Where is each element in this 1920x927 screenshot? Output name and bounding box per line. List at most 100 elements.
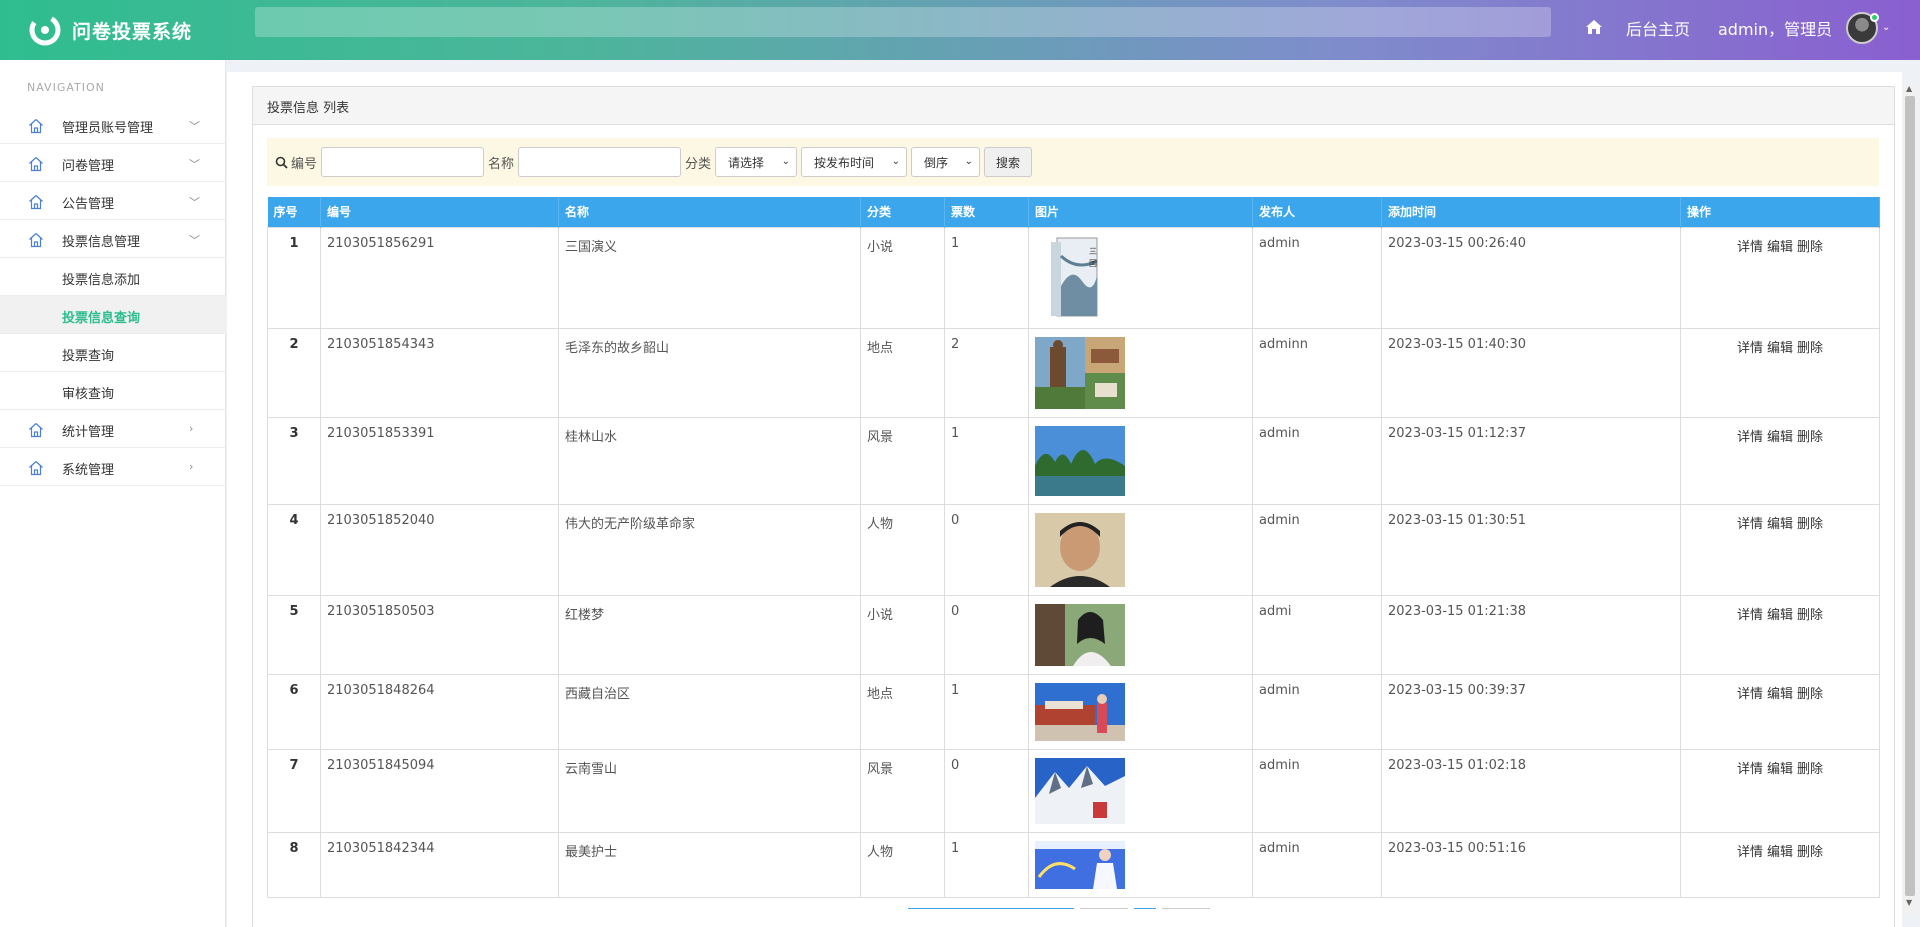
edit-link[interactable]: 编辑 bbox=[1767, 608, 1793, 623]
sort-order-select[interactable]: 倒序 ⌄ bbox=[911, 147, 981, 177]
col-header-image: 图片 bbox=[1028, 197, 1253, 227]
table-row: 2 2103051854343 毛泽东的故乡韶山 地点 2 adminn 202… bbox=[267, 327, 1880, 418]
sidebar-item-questionnaire[interactable]: 问卷管理 ﹀ bbox=[0, 144, 226, 182]
home-icon[interactable] bbox=[1585, 18, 1603, 36]
snow-mountain-photo-image bbox=[1035, 757, 1125, 824]
cell-category: 小说 bbox=[860, 226, 945, 329]
sidebar-subitem-label: 投票信息查询 bbox=[62, 311, 141, 326]
scrollbar-thumb[interactable] bbox=[1905, 96, 1915, 896]
home-link[interactable]: 后台主页 bbox=[1626, 16, 1690, 40]
detail-link[interactable]: 详情 bbox=[1737, 341, 1763, 356]
sidebar-item-system[interactable]: 系统管理 › bbox=[0, 448, 226, 486]
costume-photo-image bbox=[1035, 603, 1125, 666]
table-row: 4 2103051852040 伟大的无产阶级革命家 人物 0 admin 20… bbox=[267, 503, 1880, 596]
detail-link[interactable]: 详情 bbox=[1737, 762, 1763, 777]
pagination-segment[interactable] bbox=[1080, 908, 1128, 914]
delete-link[interactable]: 删除 bbox=[1797, 517, 1823, 532]
sidebar-subitem-label: 审核查询 bbox=[62, 387, 115, 402]
scroll-down-icon[interactable]: ▼ bbox=[1906, 898, 1912, 907]
delete-link[interactable]: 删除 bbox=[1797, 430, 1823, 445]
detail-link[interactable]: 详情 bbox=[1737, 517, 1763, 532]
edit-link[interactable]: 编辑 bbox=[1767, 341, 1793, 356]
pagination bbox=[908, 908, 1216, 914]
brand[interactable]: 问卷投票系统 bbox=[28, 10, 192, 50]
cell-category: 人物 bbox=[860, 503, 945, 596]
edit-link[interactable]: 编辑 bbox=[1767, 687, 1793, 702]
cell-category: 小说 bbox=[860, 594, 945, 675]
header-search-bar[interactable] bbox=[255, 7, 1551, 37]
search-icon bbox=[275, 156, 288, 169]
cell-time: 2023-03-15 01:21:38 bbox=[1381, 594, 1681, 675]
detail-link[interactable]: 详情 bbox=[1737, 240, 1763, 255]
cell-code: 2103051856291 bbox=[320, 226, 559, 329]
sidebar-item-vote-info[interactable]: 投票信息管理 ﹀ bbox=[0, 220, 226, 258]
chevron-right-icon: › bbox=[189, 460, 194, 473]
sidebar-subitem-review-query[interactable]: 审核查询 bbox=[0, 372, 226, 410]
col-header-ops: 操作 bbox=[1680, 197, 1880, 227]
detail-link[interactable]: 详情 bbox=[1737, 430, 1763, 445]
svg-text:三: 三 bbox=[1089, 247, 1097, 256]
statue-photo-image bbox=[1035, 336, 1125, 409]
pagination-segment[interactable] bbox=[1134, 908, 1156, 914]
cell-image bbox=[1028, 748, 1253, 833]
detail-link[interactable]: 详情 bbox=[1737, 845, 1763, 860]
sidebar-item-statistics[interactable]: 统计管理 › bbox=[0, 410, 226, 448]
portrait-photo-image bbox=[1035, 512, 1125, 587]
scroll-up-icon[interactable]: ▲ bbox=[1906, 84, 1912, 93]
edit-link[interactable]: 编辑 bbox=[1767, 762, 1793, 777]
category-select-value: 请选择 bbox=[728, 155, 765, 170]
cell-ops: 详情 编辑 删除 bbox=[1680, 594, 1880, 675]
sidebar-subitem-vote-search[interactable]: 投票查询 bbox=[0, 334, 226, 372]
sidebar-subitem-vote-query[interactable]: 投票信息查询 bbox=[0, 296, 226, 334]
user-info[interactable]: admin，管理员 bbox=[1718, 16, 1832, 40]
delete-link[interactable]: 删除 bbox=[1797, 240, 1823, 255]
cell-ops: 详情 编辑 删除 bbox=[1680, 226, 1880, 329]
category-select[interactable]: 请选择 ⌄ bbox=[715, 147, 798, 177]
cell-publisher: adminn bbox=[1252, 327, 1382, 418]
cell-category: 地点 bbox=[860, 327, 945, 418]
code-input[interactable] bbox=[321, 147, 485, 177]
cell-votes: 1 bbox=[944, 226, 1029, 329]
cell-votes: 1 bbox=[944, 416, 1029, 505]
pagination-segment[interactable] bbox=[908, 908, 1074, 914]
cell-ops: 详情 编辑 删除 bbox=[1680, 327, 1880, 418]
cell-index: 2 bbox=[267, 327, 321, 418]
sidebar-subitem-vote-add[interactable]: 投票信息添加 bbox=[0, 258, 226, 296]
name-input[interactable] bbox=[518, 147, 682, 177]
table-row: 1 2103051856291 三国演义 小说 1 三 国 admin 2023… bbox=[267, 226, 1880, 329]
edit-link[interactable]: 编辑 bbox=[1767, 517, 1793, 532]
sidebar-item-admin-accounts[interactable]: 管理员账号管理 ﹀ bbox=[0, 106, 226, 144]
cell-name: 毛泽东的故乡韶山 bbox=[558, 327, 861, 418]
chevron-down-icon: ﹀ bbox=[189, 196, 200, 209]
cell-publisher: admi bbox=[1252, 594, 1382, 675]
delete-link[interactable]: 删除 bbox=[1797, 845, 1823, 860]
pagination-segment[interactable] bbox=[1162, 908, 1210, 914]
edit-link[interactable]: 编辑 bbox=[1767, 845, 1793, 860]
detail-link[interactable]: 详情 bbox=[1737, 608, 1763, 623]
sort-field-select[interactable]: 按发布时间 ⌄ bbox=[801, 147, 908, 177]
cell-publisher: admin bbox=[1252, 748, 1382, 833]
delete-link[interactable]: 删除 bbox=[1797, 341, 1823, 356]
cell-category: 风景 bbox=[860, 416, 945, 505]
cell-code: 2103051842344 bbox=[320, 831, 559, 898]
edit-link[interactable]: 编辑 bbox=[1767, 430, 1793, 445]
search-button[interactable]: 搜索 bbox=[984, 147, 1033, 177]
delete-link[interactable]: 删除 bbox=[1797, 687, 1823, 702]
cell-index: 6 bbox=[267, 673, 321, 750]
sidebar-item-label: 公告管理 bbox=[62, 197, 115, 212]
delete-link[interactable]: 删除 bbox=[1797, 608, 1823, 623]
chevron-down-icon[interactable]: ⌄ bbox=[1882, 22, 1890, 33]
cell-image bbox=[1028, 594, 1253, 675]
detail-link[interactable]: 详情 bbox=[1737, 687, 1763, 702]
sidebar-item-announcements[interactable]: 公告管理 ﹀ bbox=[0, 182, 226, 220]
home-icon bbox=[29, 119, 43, 134]
cell-time: 2023-03-15 00:26:40 bbox=[1381, 226, 1681, 329]
cell-category: 地点 bbox=[860, 673, 945, 750]
table-row: 5 2103051850503 红楼梦 小说 0 admi 2023-03-15… bbox=[267, 594, 1880, 675]
col-header-name: 名称 bbox=[558, 197, 861, 227]
cell-name: 桂林山水 bbox=[558, 416, 861, 505]
cell-ops: 详情 编辑 删除 bbox=[1680, 503, 1880, 596]
edit-link[interactable]: 编辑 bbox=[1767, 240, 1793, 255]
home-icon bbox=[29, 195, 43, 210]
delete-link[interactable]: 删除 bbox=[1797, 762, 1823, 777]
